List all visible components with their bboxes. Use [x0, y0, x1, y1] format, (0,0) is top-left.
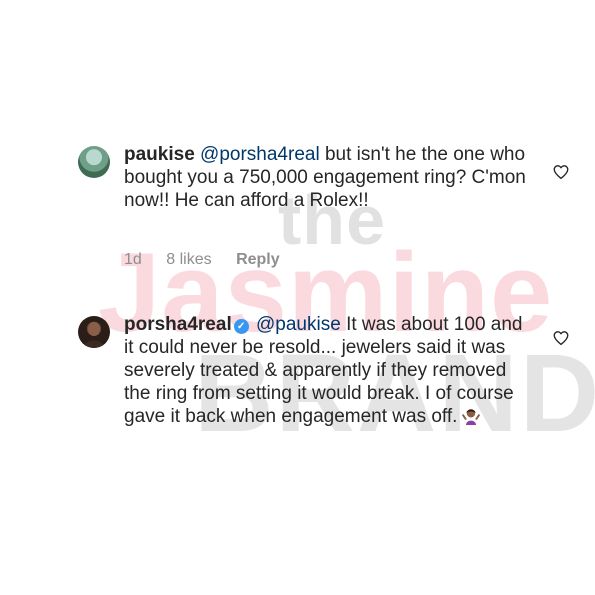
comment-body: paukise @porsha4real but isn't he the on…: [124, 143, 534, 212]
woman-shrugging-emoji: [462, 409, 481, 425]
comment-mention[interactable]: @porsha4real: [200, 144, 320, 165]
comment-username[interactable]: paukise: [124, 144, 195, 165]
comment-time: 1d: [124, 251, 142, 268]
reply-button[interactable]: Reply: [236, 251, 280, 268]
user-avatar[interactable]: [78, 146, 110, 178]
comment-mention[interactable]: @paukise: [256, 314, 341, 335]
comment-meta: 1d 8 likes Reply: [124, 251, 300, 269]
comment-likes[interactable]: 8 likes: [166, 251, 211, 268]
comment-username[interactable]: porsha4real: [124, 314, 232, 335]
comment-body: porsha4real ✓ @paukise It was about 100 a…: [124, 313, 534, 428]
user-avatar[interactable]: [78, 316, 110, 348]
profile-photo-icon: [83, 322, 105, 348]
verified-badge-icon: ✓: [233, 319, 249, 334]
heart-outline-icon[interactable]: [552, 329, 570, 347]
watermark: the Jasmine BRAND: [0, 0, 595, 595]
heart-outline-icon[interactable]: [552, 163, 570, 181]
